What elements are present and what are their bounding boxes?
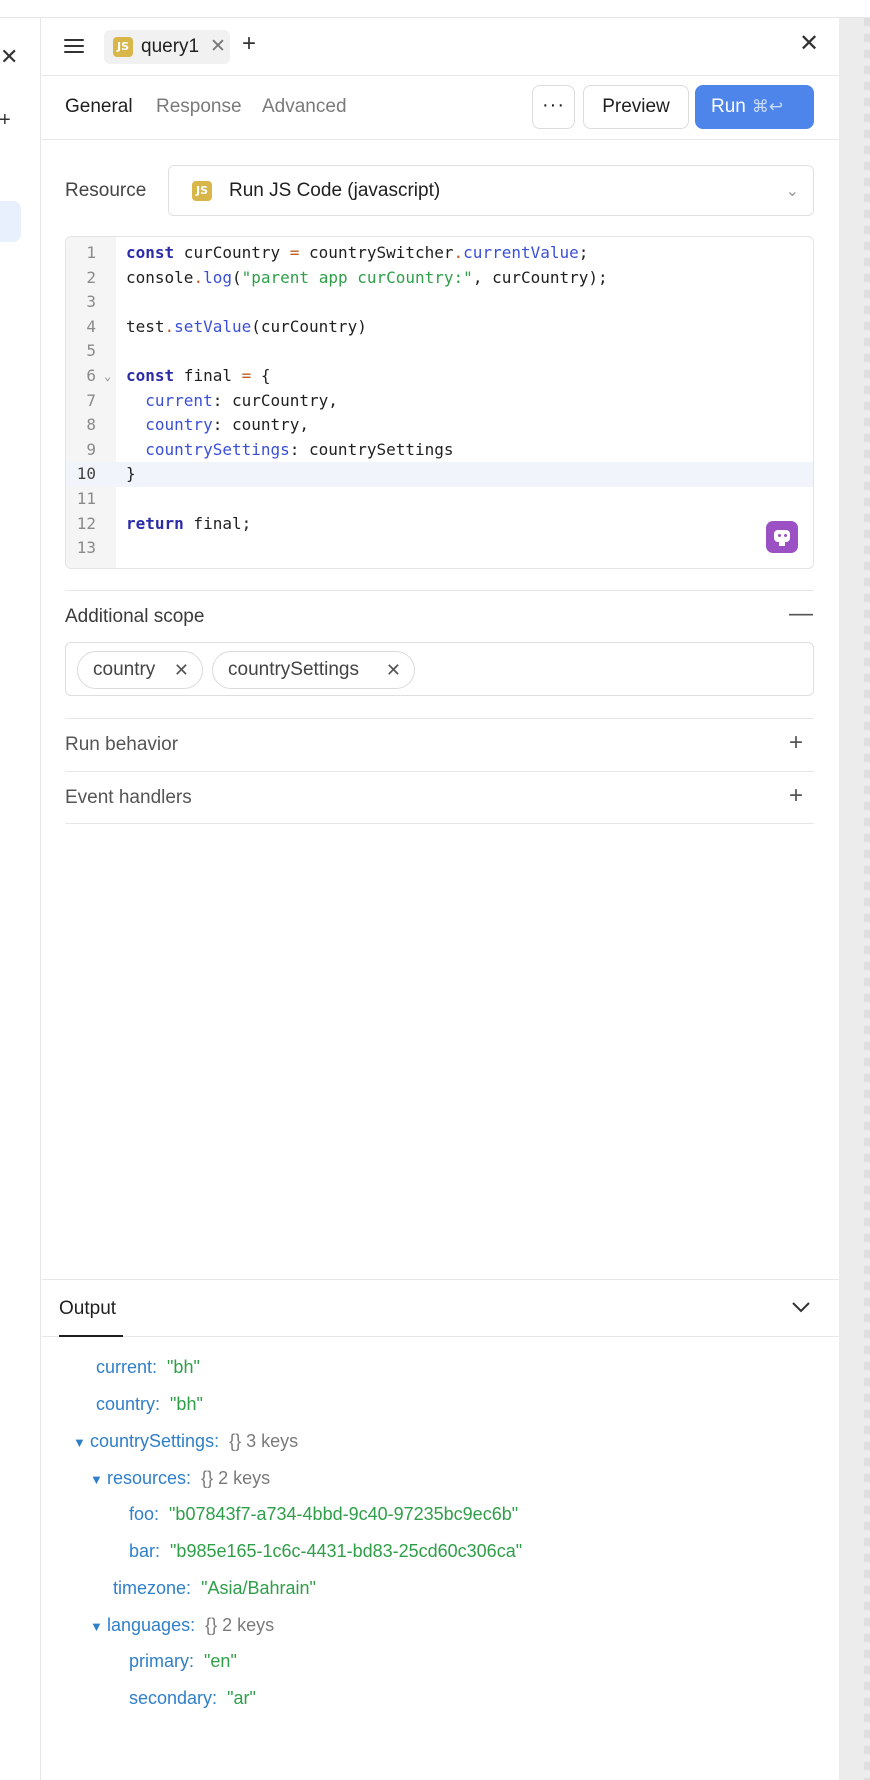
run-label: Run bbox=[711, 96, 746, 117]
code-line: 13 bbox=[76, 538, 96, 558]
ai-assistant-icon[interactable] bbox=[766, 521, 798, 553]
run-button[interactable]: Run ⌘↩ bbox=[695, 85, 814, 129]
top-edge bbox=[0, 0, 870, 18]
tab-response[interactable]: Response bbox=[156, 96, 242, 118]
divider bbox=[65, 771, 814, 772]
code-line: 9 countrySettings: countrySettings bbox=[86, 439, 454, 459]
code-line: 1 const curCountry = countrySwitcher.curr… bbox=[86, 243, 589, 262]
code-line: 4 test.setValue(curCountry) bbox=[86, 316, 367, 336]
menu-icon[interactable] bbox=[64, 36, 84, 56]
additional-scope-title[interactable]: Additional scope bbox=[65, 606, 204, 628]
output-row: primary: "en" bbox=[129, 1651, 237, 1671]
remove-chip-icon[interactable]: ✕ bbox=[174, 652, 189, 688]
resource-value: Run JS Code (javascript) bbox=[229, 180, 441, 201]
run-shortcut: ⌘↩ bbox=[751, 97, 784, 116]
expand-triangle-icon[interactable]: ▼ bbox=[73, 1431, 90, 1455]
close-panel-icon[interactable]: ✕ bbox=[799, 32, 819, 56]
expand-icon[interactable]: + bbox=[789, 731, 803, 755]
collapse-icon[interactable]: — bbox=[789, 602, 813, 626]
query-tab-bar: JS query1 ✕ + ✕ bbox=[42, 18, 839, 76]
chevron-down-icon: ⌄ bbox=[785, 183, 799, 200]
scope-chip: countrySettings ✕ bbox=[212, 651, 415, 689]
output-row[interactable]: ▼ countrySettings: {} 3 keys bbox=[73, 1429, 298, 1455]
code-line: 12 return final; bbox=[76, 513, 252, 533]
code-line: 11 bbox=[76, 489, 96, 508]
tab-label: query1 bbox=[141, 36, 200, 57]
code-line: 8 country: country, bbox=[86, 415, 310, 435]
code-line-active: 10} bbox=[66, 462, 813, 487]
resource-label: Resource bbox=[65, 180, 147, 201]
code-line: 5 bbox=[86, 341, 96, 361]
preview-button[interactable]: Preview bbox=[583, 85, 689, 129]
scope-chip: country ✕ bbox=[77, 651, 203, 689]
output-row: foo: "b07843f7-a734-4bbd-9c40-97235bc9ec… bbox=[129, 1504, 519, 1524]
chevron-down-icon[interactable] bbox=[790, 1296, 812, 1318]
expand-triangle-icon[interactable]: ▼ bbox=[90, 1615, 107, 1639]
resource-select[interactable]: JS Run JS Code (javascript) ⌄ bbox=[168, 165, 814, 216]
tab-output[interactable]: Output bbox=[59, 1298, 116, 1320]
expand-icon[interactable]: + bbox=[789, 784, 803, 808]
output-row: bar: "b985e165-1c6c-4431-bd83-25cd60c306… bbox=[129, 1541, 523, 1561]
divider bbox=[65, 823, 814, 824]
tab-general[interactable]: General bbox=[65, 96, 133, 118]
query-toolbar: General Response Advanced ··· Preview Ru… bbox=[42, 76, 839, 140]
new-tab-icon[interactable]: + bbox=[242, 32, 256, 56]
output-row[interactable]: ▼ languages: {} 2 keys bbox=[90, 1613, 274, 1639]
js-icon: JS bbox=[192, 181, 212, 201]
close-tab-icon[interactable]: ✕ bbox=[210, 35, 226, 58]
left-sidebar-edge: ✕ + bbox=[0, 18, 41, 1780]
event-handlers-title[interactable]: Event handlers bbox=[65, 787, 192, 809]
output-header: Output bbox=[42, 1279, 839, 1337]
canvas-edge bbox=[839, 18, 870, 1780]
code-line: 2 console.log("parent app curCountry:", c… bbox=[86, 267, 608, 287]
output-row: current: "bh" bbox=[96, 1357, 200, 1377]
divider bbox=[65, 590, 814, 591]
output-row: timezone: "Asia/Bahrain" bbox=[113, 1578, 316, 1598]
run-behavior-title[interactable]: Run behavior bbox=[65, 734, 178, 756]
remove-chip-icon[interactable]: ✕ bbox=[386, 652, 401, 688]
selected-item-indicator[interactable] bbox=[0, 201, 21, 242]
fold-chevron-icon[interactable]: ⌄ bbox=[104, 364, 111, 389]
code-line: 7 current: curCountry, bbox=[86, 390, 338, 410]
query-editor-panel: JS query1 ✕ + ✕ General Response Advance… bbox=[42, 18, 839, 1780]
code-editor[interactable]: 1 const curCountry = countrySwitcher.curr… bbox=[65, 236, 814, 569]
js-icon: JS bbox=[113, 37, 133, 57]
scrollbar[interactable] bbox=[864, 18, 870, 1780]
output-row[interactable]: ▼ resources: {} 2 keys bbox=[90, 1466, 270, 1492]
output-row: secondary: "ar" bbox=[129, 1688, 256, 1708]
code-line: 6 ⌄ const final = { bbox=[66, 364, 813, 389]
add-icon[interactable]: + bbox=[0, 110, 11, 130]
code-line: 3 bbox=[86, 292, 96, 312]
scope-input[interactable]: country ✕ countrySettings ✕ bbox=[65, 642, 814, 696]
more-options-button[interactable]: ··· bbox=[532, 85, 575, 129]
output-row: country: "bh" bbox=[96, 1394, 203, 1414]
tab-advanced[interactable]: Advanced bbox=[262, 96, 347, 118]
active-tab-indicator bbox=[59, 1335, 123, 1337]
close-icon[interactable]: ✕ bbox=[0, 46, 18, 68]
expand-triangle-icon[interactable]: ▼ bbox=[90, 1468, 107, 1492]
tab-query1[interactable]: JS query1 ✕ bbox=[104, 30, 230, 64]
divider bbox=[65, 718, 814, 719]
